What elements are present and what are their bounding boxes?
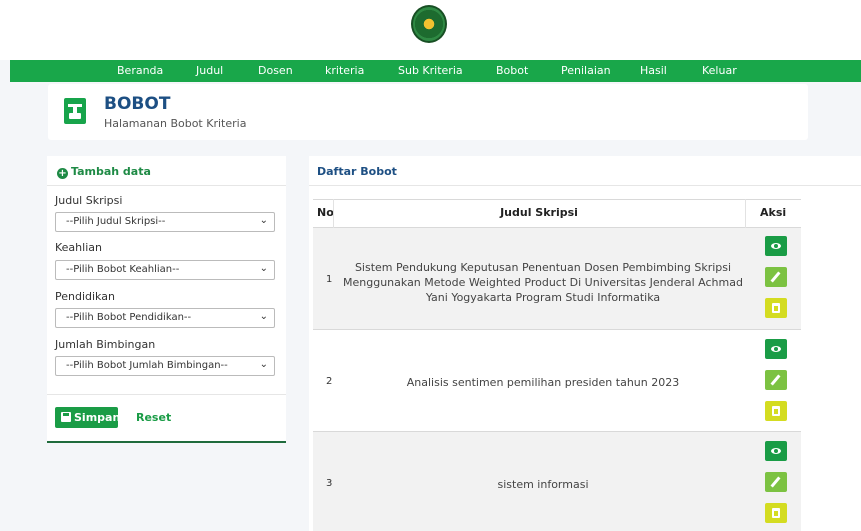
pencil-icon (770, 271, 781, 283)
edit-button[interactable] (765, 370, 787, 390)
row-number: 3 (326, 478, 333, 489)
pencil-icon (770, 476, 781, 488)
pendidikan-label: Pendidikan (55, 290, 115, 303)
nav-item-hasil[interactable]: Hasil (640, 64, 667, 77)
eye-icon (771, 243, 781, 249)
jumlah-bimbingan-select[interactable]: --Pilih Bobot Jumlah Bimbingan-- ⌄ (55, 356, 275, 376)
jumlah-bimbingan-label: Jumlah Bimbingan (55, 338, 156, 351)
weight-list-header: Daftar Bobot (309, 156, 861, 186)
view-button[interactable] (765, 441, 787, 461)
delete-button[interactable] (765, 503, 787, 523)
nav-item-dosen[interactable]: Dosen (258, 64, 293, 77)
row-title: Analisis sentimen pemilihan presiden tah… (406, 376, 680, 389)
edit-button[interactable] (765, 472, 787, 492)
save-icon (61, 412, 71, 422)
nav-item-judul[interactable]: Judul (196, 64, 223, 77)
plus-circle-icon: + (57, 168, 68, 179)
add-data-card: + Tambah data Judul Skripsi --Pilih Judul… (47, 156, 286, 443)
row-number: 2 (326, 376, 333, 387)
keahlian-label: Keahlian (55, 241, 102, 254)
add-data-heading: Tambah data (71, 165, 151, 178)
trash-icon (772, 508, 780, 518)
nav-item-penilaian[interactable]: Penilaian (561, 64, 611, 77)
chevron-down-icon: ⌄ (259, 311, 268, 322)
table-row: 3 sistem informasi (313, 432, 801, 531)
top-bar (0, 0, 861, 60)
weight-list-card: Daftar Bobot No Judul Skripsi Aksi 1 Sis… (309, 156, 861, 531)
row-title: sistem informasi (497, 478, 589, 491)
edit-button[interactable] (765, 267, 787, 287)
judul-skripsi-label: Judul Skripsi (55, 194, 123, 207)
reset-button[interactable]: Reset (136, 411, 171, 424)
nav-item-sub-kriteria[interactable]: Sub Kriteria (398, 64, 463, 77)
weight-list-heading: Daftar Bobot (317, 165, 397, 178)
view-button[interactable] (765, 339, 787, 359)
delete-button[interactable] (765, 298, 787, 318)
chevron-down-icon: ⌄ (259, 215, 268, 226)
pencil-icon (770, 374, 781, 386)
chevron-down-icon: ⌄ (259, 359, 268, 370)
save-button[interactable]: Simpan (55, 407, 120, 428)
chevron-down-icon: ⌄ (259, 263, 268, 274)
main-nav: Beranda Judul Dosen kriteria Sub Kriteri… (10, 60, 861, 82)
page-title: BOBOT (104, 94, 171, 114)
trash-icon (772, 406, 780, 416)
page-header: BOBOT Halamanan Bobot Kriteria (48, 84, 808, 140)
table-row: 1 Sistem Pendukung Keputusan Penentuan D… (313, 228, 801, 329)
nav-item-kriteria[interactable]: kriteria (325, 64, 364, 77)
keahlian-select[interactable]: --Pilih Bobot Keahlian-- ⌄ (55, 260, 275, 280)
nav-item-keluar[interactable]: Keluar (702, 64, 737, 77)
nav-item-beranda[interactable]: Beranda (117, 64, 163, 77)
judul-skripsi-select[interactable]: --Pilih Judul Skripsi-- ⌄ (55, 212, 275, 232)
nav-item-bobot[interactable]: Bobot (496, 64, 528, 77)
pendidikan-select[interactable]: --Pilih Bobot Pendidikan-- ⌄ (55, 308, 275, 328)
table-row: 2 Analisis sentimen pemilihan presiden t… (313, 330, 801, 431)
add-data-card-header: + Tambah data (47, 156, 286, 186)
row-title: Sistem Pendukung Keputusan Penentuan Dos… (343, 261, 743, 304)
row-number: 1 (326, 274, 333, 285)
view-button[interactable] (765, 236, 787, 256)
page-subtitle: Halamanan Bobot Kriteria (104, 117, 247, 130)
trash-icon (772, 303, 780, 313)
delete-button[interactable] (765, 401, 787, 421)
eye-icon (771, 448, 781, 454)
eye-icon (771, 346, 781, 352)
university-logo-icon (411, 5, 447, 43)
form-divider (47, 394, 286, 395)
scale-icon (64, 98, 86, 124)
